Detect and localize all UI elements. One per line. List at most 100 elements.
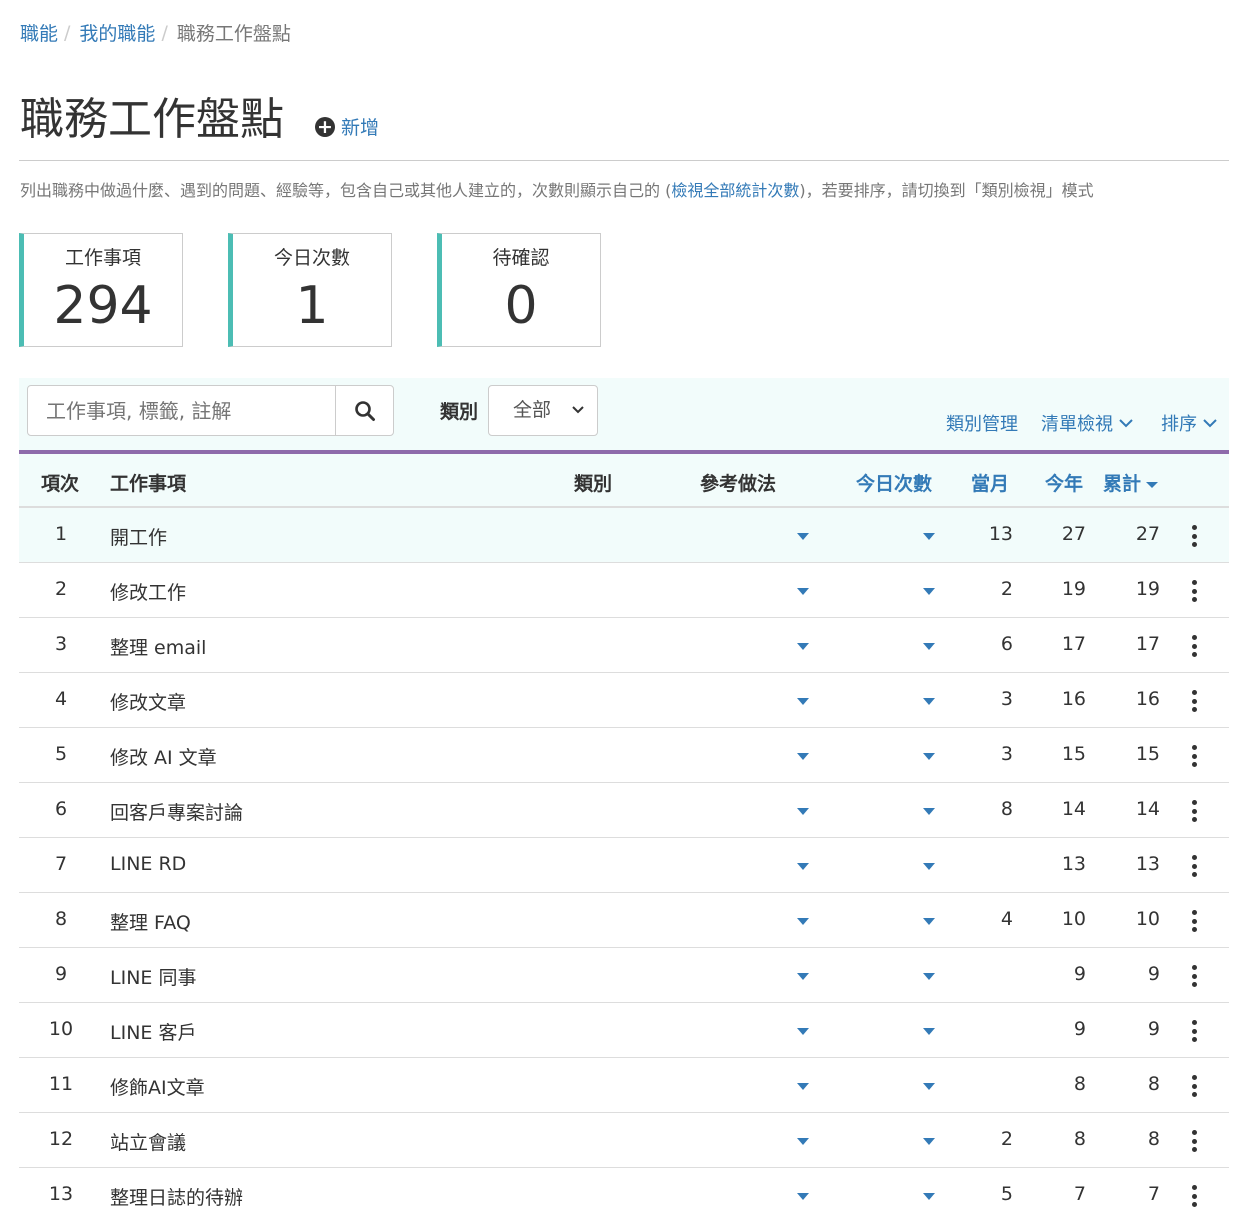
row-work-item[interactable]: 整理 email bbox=[110, 633, 206, 660]
reference-dropdown-caret-icon[interactable] bbox=[797, 1193, 809, 1200]
column-header-reference: 參考做法 bbox=[700, 473, 777, 495]
plus-circle-icon: + bbox=[315, 116, 335, 137]
stat-card-pending: 待確認 0 bbox=[437, 233, 601, 347]
more-options-icon[interactable] bbox=[1187, 910, 1201, 932]
today-count-dropdown-caret-icon[interactable] bbox=[923, 1028, 935, 1035]
stat-card-today-count: 今日次數 1 bbox=[228, 233, 392, 347]
row-work-item[interactable]: LINE 同事 bbox=[110, 963, 196, 990]
table-row[interactable]: 11 修飾AI文章 8 8 bbox=[19, 1058, 1229, 1113]
search-button[interactable] bbox=[335, 385, 394, 436]
today-count-dropdown-caret-icon[interactable] bbox=[923, 1138, 935, 1145]
more-options-icon[interactable] bbox=[1187, 965, 1201, 987]
table-row[interactable]: 10 LINE 客戶 9 9 bbox=[19, 1003, 1229, 1058]
row-work-item[interactable]: 修飾AI文章 bbox=[110, 1073, 205, 1100]
reference-dropdown-caret-icon[interactable] bbox=[797, 588, 809, 595]
row-year-count: 13 bbox=[1061, 853, 1086, 875]
more-options-icon[interactable] bbox=[1187, 1075, 1201, 1097]
more-options-icon[interactable] bbox=[1187, 580, 1201, 602]
sort-desc-icon bbox=[1146, 481, 1159, 488]
reference-dropdown-caret-icon[interactable] bbox=[797, 918, 809, 925]
reference-dropdown-caret-icon[interactable] bbox=[797, 1028, 809, 1035]
reference-dropdown-caret-icon[interactable] bbox=[797, 863, 809, 870]
today-count-dropdown-caret-icon[interactable] bbox=[923, 973, 935, 980]
row-work-item[interactable]: 修改工作 bbox=[110, 578, 186, 605]
column-header-total[interactable]: 累計 bbox=[1103, 469, 1159, 496]
row-work-item[interactable]: LINE RD bbox=[110, 853, 186, 875]
row-work-item[interactable]: 修改 AI 文章 bbox=[110, 743, 217, 770]
today-count-dropdown-caret-icon[interactable] bbox=[923, 808, 935, 815]
row-year-count: 14 bbox=[1061, 798, 1086, 820]
today-count-dropdown-caret-icon[interactable] bbox=[923, 533, 935, 540]
today-count-dropdown-caret-icon[interactable] bbox=[923, 753, 935, 760]
row-year-count: 19 bbox=[1061, 578, 1086, 600]
reference-dropdown-caret-icon[interactable] bbox=[797, 698, 809, 705]
category-manage-link[interactable]: 類別管理 bbox=[946, 410, 1018, 436]
category-select[interactable]: 全部 bbox=[488, 385, 598, 436]
row-work-item[interactable]: 開工作 bbox=[110, 523, 167, 550]
column-header-year[interactable]: 今年 bbox=[1045, 469, 1083, 496]
sort-dropdown[interactable]: 排序 bbox=[1161, 410, 1218, 436]
reference-dropdown-caret-icon[interactable] bbox=[797, 1138, 809, 1145]
breadcrumb-link-competency[interactable]: 職能 bbox=[20, 19, 58, 46]
more-options-icon[interactable] bbox=[1187, 1185, 1201, 1207]
more-options-icon[interactable] bbox=[1187, 1020, 1201, 1042]
row-work-item[interactable]: 整理 FAQ bbox=[110, 908, 191, 935]
today-count-dropdown-caret-icon[interactable] bbox=[923, 1193, 935, 1200]
reference-dropdown-caret-icon[interactable] bbox=[797, 753, 809, 760]
more-options-icon[interactable] bbox=[1187, 690, 1201, 712]
row-number: 6 bbox=[54, 798, 68, 820]
row-total-count: 10 bbox=[1135, 908, 1160, 930]
today-count-dropdown-caret-icon[interactable] bbox=[923, 588, 935, 595]
search-icon bbox=[354, 400, 375, 421]
row-year-count: 16 bbox=[1061, 688, 1086, 710]
row-work-item[interactable]: 修改文章 bbox=[110, 688, 186, 715]
table-row[interactable]: 2 修改工作 2 19 19 bbox=[19, 563, 1229, 618]
more-options-icon[interactable] bbox=[1187, 1130, 1201, 1152]
row-work-item[interactable]: 回客戶專案討論 bbox=[110, 798, 243, 825]
breadcrumb-link-my-competency[interactable]: 我的職能 bbox=[79, 19, 155, 46]
reference-dropdown-caret-icon[interactable] bbox=[797, 808, 809, 815]
table-row[interactable]: 5 修改 AI 文章 3 15 15 bbox=[19, 728, 1229, 783]
row-work-item[interactable]: LINE 客戶 bbox=[110, 1018, 196, 1045]
table-row[interactable]: 8 整理 FAQ 4 10 10 bbox=[19, 893, 1229, 948]
reference-dropdown-caret-icon[interactable] bbox=[797, 1083, 809, 1090]
table-row[interactable]: 6 回客戶專案討論 8 14 14 bbox=[19, 783, 1229, 838]
category-manage-label: 類別管理 bbox=[946, 414, 1018, 435]
table-row[interactable]: 4 修改文章 3 16 16 bbox=[19, 673, 1229, 728]
reference-dropdown-caret-icon[interactable] bbox=[797, 973, 809, 980]
table-row[interactable]: 13 整理日誌的待辦 5 7 7 bbox=[19, 1168, 1229, 1222]
reference-dropdown-caret-icon[interactable] bbox=[797, 533, 809, 540]
more-options-icon[interactable] bbox=[1187, 635, 1201, 657]
reference-dropdown-caret-icon[interactable] bbox=[797, 643, 809, 650]
today-count-dropdown-caret-icon[interactable] bbox=[923, 643, 935, 650]
today-count-dropdown-caret-icon[interactable] bbox=[923, 1083, 935, 1090]
list-view-dropdown[interactable]: 清單檢視 bbox=[1041, 410, 1134, 436]
more-options-icon[interactable] bbox=[1187, 855, 1201, 877]
row-month-count: 8 bbox=[1000, 798, 1013, 820]
column-header-month[interactable]: 當月 bbox=[971, 469, 1009, 496]
table-row[interactable]: 12 站立會議 2 8 8 bbox=[19, 1113, 1229, 1168]
table-row[interactable]: 7 LINE RD 13 13 bbox=[19, 838, 1229, 893]
table-row[interactable]: 1 開工作 13 27 27 bbox=[19, 508, 1229, 563]
row-total-count: 19 bbox=[1135, 578, 1160, 600]
today-count-dropdown-caret-icon[interactable] bbox=[923, 918, 935, 925]
today-count-dropdown-caret-icon[interactable] bbox=[923, 698, 935, 705]
today-count-dropdown-caret-icon[interactable] bbox=[923, 863, 935, 870]
view-all-stats-link[interactable]: 檢視全部統計次數 bbox=[671, 181, 799, 200]
stat-value: 294 bbox=[53, 276, 153, 336]
more-options-icon[interactable] bbox=[1187, 525, 1201, 547]
breadcrumb-current: 職務工作盤點 bbox=[176, 23, 291, 45]
more-options-icon[interactable] bbox=[1187, 745, 1201, 767]
search-input[interactable] bbox=[27, 385, 337, 436]
stat-label: 工作事項 bbox=[64, 247, 141, 269]
add-button[interactable]: + 新增 bbox=[315, 113, 379, 140]
more-options-icon[interactable] bbox=[1187, 800, 1201, 822]
filter-toolbar: 類別 全部 類別管理 清單檢視 排序 bbox=[19, 378, 1229, 450]
row-work-item[interactable]: 整理日誌的待辦 bbox=[110, 1183, 243, 1210]
column-header-today-count[interactable]: 今日次數 bbox=[856, 469, 932, 496]
row-work-item[interactable]: 站立會議 bbox=[110, 1128, 186, 1155]
table-row[interactable]: 3 整理 email 6 17 17 bbox=[19, 618, 1229, 673]
stat-value: 1 bbox=[295, 276, 329, 336]
add-button-label: 新增 bbox=[341, 117, 380, 139]
table-row[interactable]: 9 LINE 同事 9 9 bbox=[19, 948, 1229, 1003]
